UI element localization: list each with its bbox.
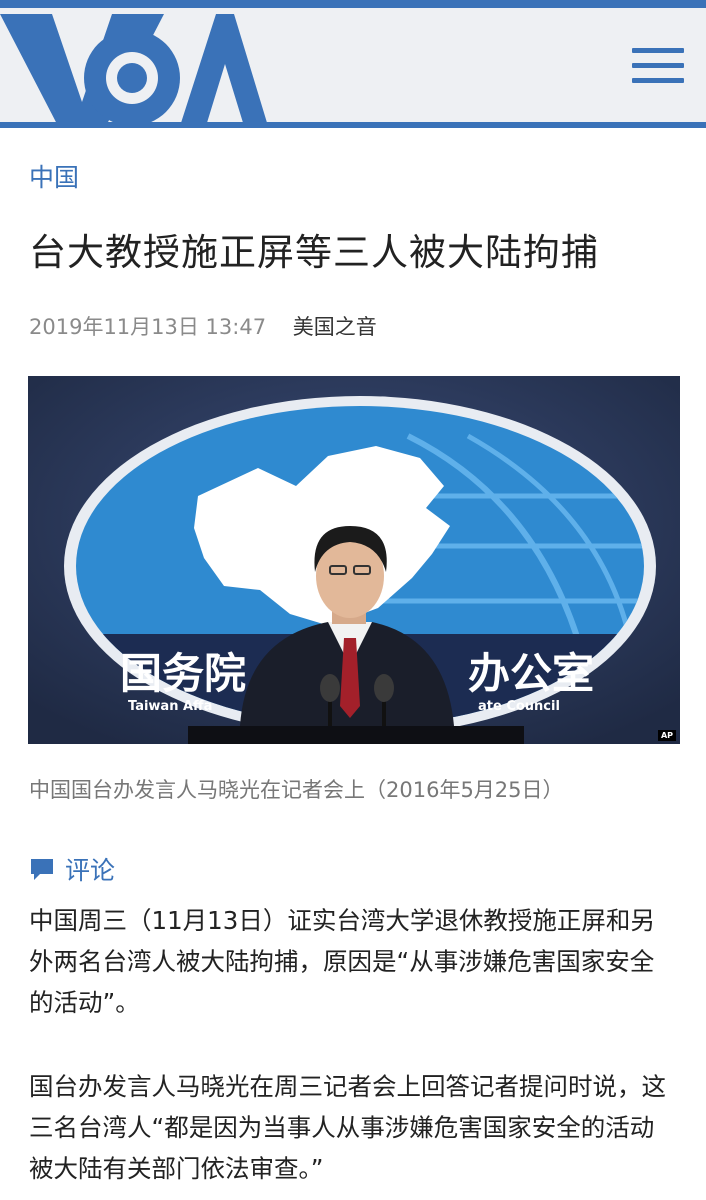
sign-subtext-right: ate Council (478, 699, 560, 714)
site-header (0, 0, 706, 128)
article-source[interactable]: 美国之音 (293, 315, 377, 339)
article-title: 台大教授施正屏等三人被大陆拘捕 (29, 231, 599, 274)
comment-button[interactable]: 评论 (29, 852, 115, 886)
voa-logo[interactable] (0, 14, 270, 126)
article-photo[interactable]: 国务院 办公室 Taiwan Affa ate Council AP (28, 376, 680, 744)
comment-icon (31, 859, 53, 880)
photo-credit: AP (657, 730, 676, 741)
sign-subtext-left: Taiwan Affa (128, 699, 212, 714)
photo-caption: 中国国台办发言人马晓光在记者会上（2016年5月25日） (29, 778, 564, 802)
article-meta: 2019年11月13日 13:47 美国之音 (29, 311, 377, 341)
comment-label: 评论 (65, 856, 116, 885)
sign-text-right: 办公室 (468, 649, 594, 698)
paragraph-1: 中国周三（11月13日）证实台湾大学退休教授施正屏和另外两名台湾人被大陆拘捕，原… (29, 906, 655, 1017)
paragraph-2: 国台办发言人马晓光在周三记者会上回答记者提问时说，这三名台湾人“都是因为当事人从… (29, 1072, 666, 1183)
category-link[interactable]: 中国 (29, 158, 79, 194)
sign-text-left: 国务院 (120, 649, 246, 698)
hamburger-menu-icon[interactable] (632, 48, 684, 92)
publish-date: 2019年11月13日 13:47 (29, 315, 267, 339)
